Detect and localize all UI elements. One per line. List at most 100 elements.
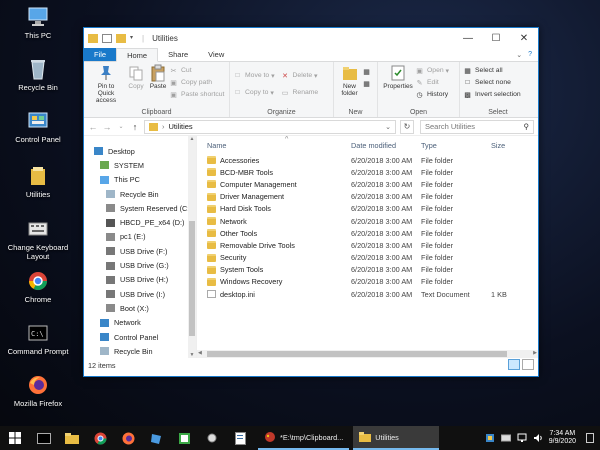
nav-item[interactable]: Network bbox=[84, 316, 196, 330]
network-icon[interactable] bbox=[517, 433, 527, 443]
desktop-icon-recycle-bin[interactable]: Recycle Bin bbox=[4, 58, 72, 92]
desktop-icon-chrome[interactable]: Chrome bbox=[4, 270, 72, 304]
up-arrow-icon[interactable]: ↑ bbox=[130, 122, 140, 132]
horizontal-scrollbar[interactable]: ◀ ▶ bbox=[197, 350, 538, 358]
file-row[interactable]: BCD-MBR Tools 6/20/2018 3:00 AM File folde… bbox=[197, 166, 538, 178]
tab-share[interactable]: Share bbox=[158, 48, 198, 61]
help-icon[interactable]: ? bbox=[528, 51, 532, 58]
nav-item[interactable]: Control Panel bbox=[84, 330, 196, 344]
breadcrumb-item[interactable]: Utilities bbox=[169, 122, 193, 131]
copy-to-button[interactable]: □ Copy to ▾ bbox=[233, 87, 275, 98]
nav-item[interactable]: Desktop bbox=[84, 144, 196, 158]
nav-item[interactable]: SYSTEM bbox=[84, 158, 196, 172]
scroll-right-icon[interactable]: ▶ bbox=[533, 350, 537, 356]
file-row[interactable]: Hard Disk Tools 6/20/2018 3:00 AM File fol… bbox=[197, 203, 538, 215]
column-header-name[interactable]: Name bbox=[197, 141, 347, 150]
file-row[interactable]: desktop.ini 6/20/2018 3:00 AM Text Documen… bbox=[197, 288, 538, 300]
tab-view[interactable]: View bbox=[198, 48, 234, 61]
nav-item[interactable]: USB Drive (G:) bbox=[84, 258, 196, 272]
details-view-button[interactable] bbox=[508, 359, 520, 370]
tab-file[interactable]: File bbox=[84, 48, 117, 61]
nav-scroll-thumb[interactable] bbox=[189, 221, 195, 336]
chevron-down-icon[interactable]: ⌄ bbox=[385, 123, 391, 131]
back-arrow-icon[interactable]: ← bbox=[88, 122, 98, 132]
nav-item[interactable]: Boot (X:) bbox=[84, 301, 196, 315]
properties-icon[interactable] bbox=[102, 33, 112, 43]
nav-item[interactable]: This PC bbox=[84, 173, 196, 187]
start-button[interactable] bbox=[0, 426, 30, 450]
column-header-size[interactable]: Size bbox=[487, 141, 517, 150]
desktop-icon-utilities[interactable]: Utilities bbox=[4, 165, 72, 199]
paste-shortcut-button[interactable]: ▣ Paste shortcut bbox=[169, 89, 224, 100]
nav-item[interactable]: USB Drive (H:) bbox=[84, 273, 196, 287]
nav-item[interactable]: Recycle Bin bbox=[84, 187, 196, 201]
volume-icon[interactable] bbox=[533, 433, 543, 443]
nav-scrollbar[interactable]: ▲ ▼ bbox=[188, 136, 196, 358]
taskbar-window-clipboard[interactable]: *E:\tmp\Clipboard... bbox=[258, 426, 350, 450]
file-row[interactable]: Network 6/20/2018 3:00 AM File folder bbox=[197, 215, 538, 227]
desktop-icon-firefox[interactable]: Mozilla Firefox bbox=[4, 374, 72, 408]
search-input[interactable]: Search Utilities ⚲ bbox=[420, 119, 534, 134]
edit-button[interactable]: ✎ Edit bbox=[415, 77, 449, 88]
file-row[interactable]: Removable Drive Tools 6/20/2018 3:00 AM Fi… bbox=[197, 239, 538, 251]
chevron-down-icon[interactable]: ▾ bbox=[130, 34, 136, 43]
invert-selection-button[interactable]: ▩ Invert selection bbox=[463, 89, 520, 100]
easy-access-button[interactable]: ▦ bbox=[362, 78, 374, 89]
taskbar-app-7[interactable] bbox=[198, 426, 226, 450]
move-to-button[interactable]: □ Move to ▾ bbox=[233, 70, 274, 81]
rename-button[interactable]: ▭ Rename bbox=[281, 87, 318, 98]
chevron-down-icon[interactable]: ⌄ bbox=[516, 51, 522, 59]
taskbar-app-8[interactable] bbox=[226, 426, 254, 450]
scroll-up-icon[interactable]: ▲ bbox=[188, 136, 196, 142]
notification-icon[interactable] bbox=[586, 433, 594, 443]
file-row[interactable]: Other Tools 6/20/2018 3:00 AM File folder bbox=[197, 227, 538, 239]
minimize-button[interactable]: — bbox=[454, 28, 482, 48]
copy-path-button[interactable]: ▣ Copy path bbox=[169, 77, 224, 88]
cut-button[interactable]: ✂ Cut bbox=[169, 65, 224, 76]
new-folder-icon[interactable] bbox=[116, 33, 126, 43]
tab-home[interactable]: Home bbox=[116, 48, 159, 62]
taskbar-cmd[interactable] bbox=[30, 426, 58, 450]
nav-item[interactable]: Recycle Bin bbox=[84, 344, 196, 358]
new-item-button[interactable]: ▦ bbox=[362, 66, 374, 77]
delete-button[interactable]: ✕ Delete ▾ bbox=[281, 70, 319, 81]
taskbar-app-6[interactable] bbox=[170, 426, 198, 450]
open-button[interactable]: ▣ Open ▾ bbox=[415, 65, 449, 76]
file-row[interactable]: Driver Management 6/20/2018 3:00 AM File f… bbox=[197, 191, 538, 203]
history-button[interactable]: ◷ History bbox=[415, 89, 449, 100]
address-box[interactable]: › Utilities ⌄ bbox=[144, 119, 396, 134]
refresh-button[interactable]: ↻ bbox=[400, 119, 414, 134]
column-header-date[interactable]: Date modified bbox=[347, 141, 417, 150]
hscroll-thumb[interactable] bbox=[207, 351, 507, 357]
desktop-icon-this-pc[interactable]: This PC bbox=[4, 6, 72, 40]
column-header-type[interactable]: Type bbox=[417, 141, 487, 150]
clock[interactable]: 7:34 AM 9/9/2020 bbox=[549, 430, 576, 446]
nav-item[interactable]: HBCD_PE_x64 (D:) bbox=[84, 215, 196, 229]
nav-item[interactable]: System Reserved (C:) bbox=[84, 201, 196, 215]
maximize-button[interactable]: ☐ bbox=[482, 28, 510, 48]
file-row[interactable]: Windows Recovery 6/20/2018 3:00 AM File fo… bbox=[197, 276, 538, 288]
taskbar-app-5[interactable] bbox=[142, 426, 170, 450]
taskbar-firefox[interactable] bbox=[114, 426, 142, 450]
recent-locations-icon[interactable]: ⌄ bbox=[116, 123, 126, 130]
scroll-left-icon[interactable]: ◀ bbox=[198, 350, 202, 356]
title-bar[interactable]: ▾ | Utilities — ☐ ✕ bbox=[84, 28, 538, 48]
forward-arrow-icon[interactable]: → bbox=[102, 122, 112, 132]
taskbar-chrome[interactable] bbox=[86, 426, 114, 450]
select-none-button[interactable]: □ Select none bbox=[463, 77, 521, 88]
file-row[interactable]: System Tools 6/20/2018 3:00 AM File folder bbox=[197, 264, 538, 276]
file-row[interactable]: Security 6/20/2018 3:00 AM File folder bbox=[197, 252, 538, 264]
keyboard-icon[interactable] bbox=[500, 433, 511, 443]
nav-item[interactable]: pc1 (E:) bbox=[84, 230, 196, 244]
desktop-icon-keyboard[interactable]: Change Keyboard Layout bbox=[4, 218, 72, 261]
file-row[interactable]: Computer Management 6/20/2018 3:00 AM File… bbox=[197, 178, 538, 190]
close-button[interactable]: ✕ bbox=[510, 28, 538, 48]
nav-item[interactable]: USB Drive (I:) bbox=[84, 287, 196, 301]
taskbar-explorer[interactable] bbox=[58, 426, 86, 450]
select-all-button[interactable]: ▦ Select all bbox=[463, 65, 521, 76]
desktop-icon-command-prompt[interactable]: C:\ Command Prompt bbox=[4, 322, 72, 356]
large-icons-view-button[interactable] bbox=[522, 359, 534, 370]
taskbar-window-utilities[interactable]: Utilities bbox=[353, 426, 440, 450]
tray-app-icon[interactable] bbox=[485, 433, 495, 443]
nav-item[interactable]: USB Drive (F:) bbox=[84, 244, 196, 258]
